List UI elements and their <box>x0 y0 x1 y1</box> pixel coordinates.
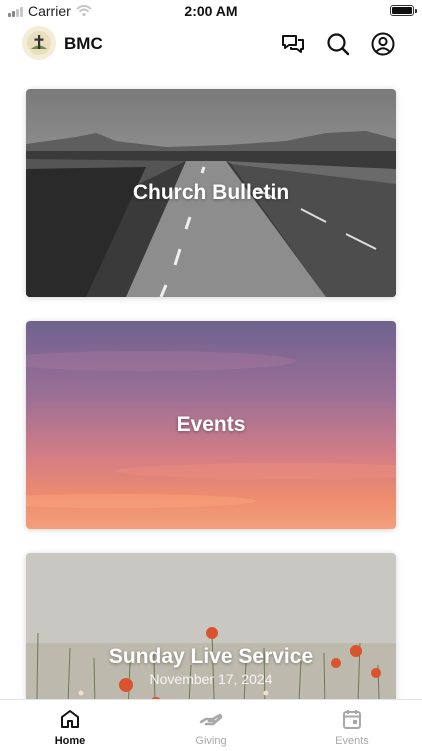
calendar-icon <box>343 710 361 729</box>
status-bar: Carrier 2:00 AM <box>0 0 422 22</box>
home-feed[interactable]: Church Bulletin Events Sunday Live Servi… <box>0 66 422 699</box>
tab-giving[interactable]: Giving <box>141 700 281 751</box>
profile-icon[interactable] <box>370 31 396 57</box>
search-icon[interactable] <box>325 31 351 57</box>
card-sunday-live-service[interactable]: Sunday Live Service November 17, 2024 <box>26 553 396 699</box>
tab-home-label: Home <box>54 735 86 747</box>
church-logo[interactable] <box>22 26 56 60</box>
battery-icon <box>390 5 417 16</box>
card-date: November 17, 2024 <box>149 671 273 687</box>
tab-events-label: Events <box>335 735 369 747</box>
tab-giving-label: Giving <box>195 735 227 747</box>
card-title: Sunday Live Service <box>108 645 314 668</box>
card-events[interactable]: Events <box>26 321 396 529</box>
tab-home[interactable]: Home <box>0 700 140 751</box>
app-title: BMC <box>64 34 103 53</box>
card-title: Events <box>176 413 246 436</box>
card-church-bulletin[interactable]: Church Bulletin <box>26 89 396 297</box>
cross-logo-icon <box>27 31 51 55</box>
chat-icon[interactable] <box>280 31 306 57</box>
giving-hand-icon <box>199 713 223 726</box>
app-header: BMC <box>0 22 422 66</box>
home-icon <box>61 710 79 728</box>
tab-events[interactable]: Events <box>282 700 422 751</box>
status-time: 2:00 AM <box>184 3 238 19</box>
bottom-tab-bar: Home Giving Events <box>0 699 422 750</box>
card-title: Church Bulletin <box>132 181 290 204</box>
